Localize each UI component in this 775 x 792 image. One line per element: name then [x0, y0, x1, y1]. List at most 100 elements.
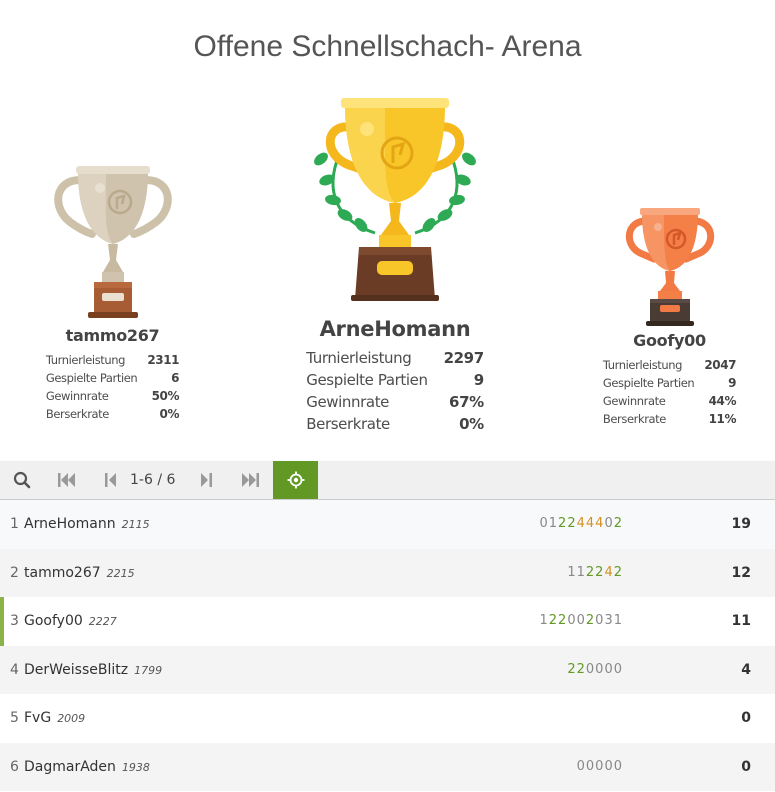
player-name[interactable]: Goofy00 2227	[24, 597, 117, 646]
game-score: 2	[613, 564, 623, 580]
stat-value: 2311	[147, 353, 180, 367]
next-page-button[interactable]	[184, 461, 228, 499]
stat-value: 0%	[459, 415, 484, 433]
score-sheet: 00000	[577, 743, 623, 791]
rank: 3	[10, 613, 19, 629]
game-score: 2	[558, 613, 568, 628]
game-score: 3	[604, 613, 614, 628]
player-name[interactable]: DerWeisseBlitz 1799	[24, 646, 162, 695]
score-sheet: 112242	[567, 549, 623, 597]
stat-label: Gespielte Partien	[45, 371, 138, 385]
stat-label: Gewinnrate	[45, 389, 109, 403]
standings-table: 1 ArneHomann 2115 012244402 19 2 tammo267…	[0, 500, 775, 791]
prev-page-icon	[105, 473, 116, 487]
rank: 2	[10, 564, 19, 581]
total-score: 11	[731, 613, 751, 629]
total-score: 0	[741, 710, 751, 726]
player-name[interactable]: FvG 2009	[24, 694, 85, 743]
stat-label: Gewinnrate	[306, 393, 390, 411]
stat-label: Berserkrate	[45, 407, 110, 421]
game-score: 0	[567, 613, 577, 628]
podium-third: Goofy00 Turnierleistung 2047 Gespielte Pa…	[597, 205, 742, 428]
stat-value: 6	[171, 371, 180, 385]
stat-label: Berserkrate	[602, 412, 667, 426]
player-username[interactable]: FvG	[24, 710, 51, 726]
podium-third-name[interactable]: Goofy00	[597, 331, 742, 350]
silver-trophy-icon	[53, 166, 172, 318]
first-page-button[interactable]	[45, 461, 89, 499]
table-row[interactable]: 2 tammo267 2215 112242 12	[0, 548, 775, 598]
game-score: 1	[576, 564, 586, 580]
podium-first: ArneHomann Turnierleistung 2297 Gespielte…	[305, 95, 485, 435]
player-username[interactable]: Goofy00	[24, 613, 83, 629]
table-row[interactable]: 4 DerWeisseBlitz 1799 220000 4	[0, 645, 775, 695]
first-page-icon	[58, 473, 75, 487]
game-score: 0	[576, 758, 586, 774]
game-score: 1	[567, 564, 577, 580]
podium-first-stats: Turnierleistung 2297 Gespielte Partien 9 G…	[306, 347, 484, 435]
search-button[interactable]	[0, 461, 44, 499]
total-score: 4	[741, 661, 751, 678]
game-score: 0	[613, 661, 623, 677]
stat-label: Berserkrate	[306, 415, 390, 433]
player-username[interactable]: ArneHomann	[24, 516, 116, 532]
player-name[interactable]: ArneHomann 2115	[24, 500, 150, 549]
table-row[interactable]: 3 Goofy00 2227 122002031 11	[0, 597, 775, 646]
search-icon	[13, 471, 31, 489]
player-rating: 2009	[57, 712, 86, 725]
player-rating: 2215	[106, 566, 135, 580]
game-score: 2	[613, 516, 623, 531]
game-score: 4	[576, 516, 586, 531]
podium-third-stats: Turnierleistung 2047 Gespielte Partien 9 G…	[602, 356, 737, 428]
game-score: 0	[604, 516, 614, 531]
stat-value: 50%	[151, 389, 180, 403]
podium-second: tammo267 Turnierleistung 2311 Gespielte P…	[40, 160, 185, 423]
last-page-button[interactable]	[228, 461, 272, 499]
stat-value: 44%	[708, 394, 737, 408]
rank: 1	[10, 516, 19, 532]
stat-label: Gewinnrate	[602, 394, 666, 408]
player-name[interactable]: tammo267 2215	[24, 549, 135, 598]
table-row[interactable]: 6 DagmarAden 1938 00000 0	[0, 742, 775, 792]
tournament-title: Offene Schnellschach- Arena	[193, 30, 582, 63]
rank: 6	[10, 758, 19, 775]
game-score: 1	[548, 516, 559, 531]
prev-page-button[interactable]	[89, 461, 133, 499]
podium-second-name[interactable]: tammo267	[40, 326, 185, 345]
total-score: 0	[741, 758, 751, 775]
bronze-trophy-icon	[625, 208, 714, 326]
score-sheet: 012244402	[539, 500, 623, 548]
game-score: 0	[604, 661, 614, 677]
stat-label: Turnierleistung	[602, 358, 683, 372]
stat-value: 11%	[708, 412, 737, 426]
stat-label: Gespielte Partien	[306, 371, 428, 389]
game-score: 2	[558, 516, 568, 531]
stat-label: Turnierleistung	[45, 353, 126, 367]
stat-label: Turnierleistung	[306, 349, 412, 367]
page-info: 1-6 / 6	[130, 472, 176, 488]
focus-icon	[287, 471, 304, 489]
game-score: 0	[585, 661, 596, 677]
game-score: 4	[604, 564, 614, 580]
player-username[interactable]: DerWeisseBlitz	[24, 662, 128, 678]
score-sheet: 220000	[567, 646, 623, 694]
player-rating: 1938	[121, 760, 150, 774]
game-score: 1	[613, 613, 623, 628]
table-row[interactable]: 1 ArneHomann 2115 012244402 19	[0, 500, 775, 549]
player-username[interactable]: DagmarAden	[24, 759, 116, 775]
player-rating: 2227	[88, 615, 117, 628]
game-score: 2	[576, 661, 586, 677]
table-row[interactable]: 5 FvG 2009 0	[0, 694, 775, 743]
player-username[interactable]: tammo267	[24, 565, 101, 581]
stat-value: 9	[728, 376, 737, 390]
total-score: 19	[731, 516, 751, 532]
stat-value: 67%	[449, 393, 484, 411]
stat-value: 9	[473, 371, 484, 389]
focus-me-button[interactable]	[273, 461, 318, 499]
game-score: 0	[585, 758, 596, 774]
stat-value: 2297	[443, 349, 485, 367]
game-score: 0	[613, 758, 623, 774]
podium-first-name[interactable]: ArneHomann	[305, 317, 485, 341]
stat-value: 0%	[159, 407, 180, 421]
player-name[interactable]: DagmarAden 1938	[24, 743, 150, 792]
